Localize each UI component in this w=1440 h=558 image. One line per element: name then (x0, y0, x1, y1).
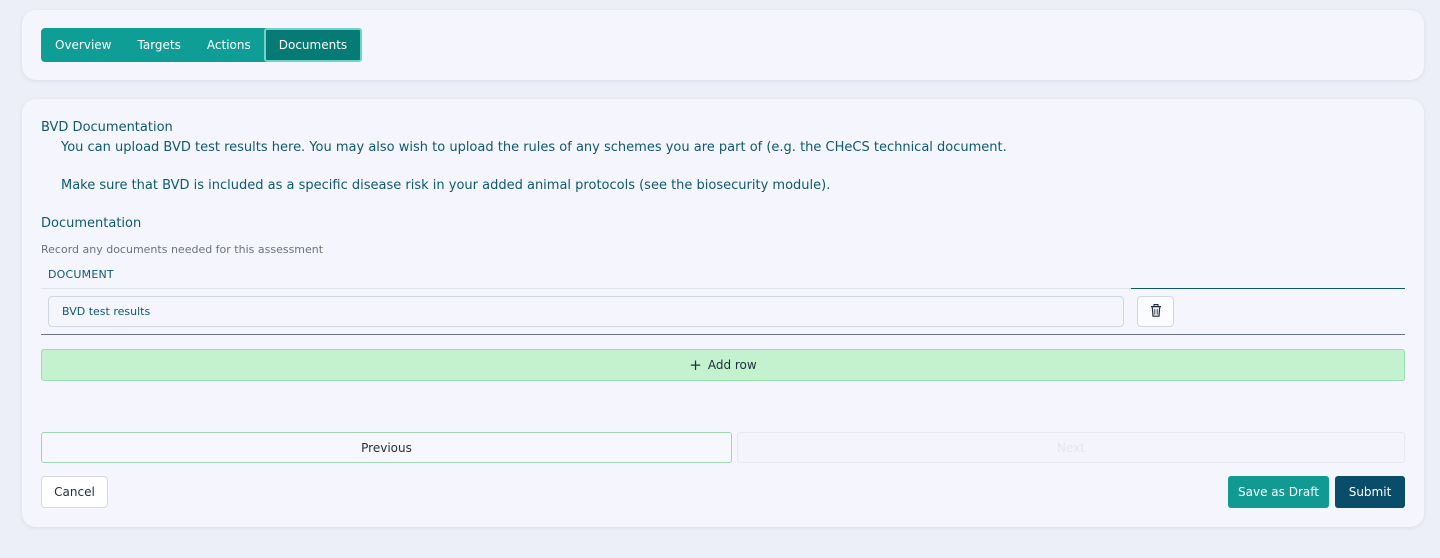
header-divider (41, 288, 1131, 289)
delete-row-button[interactable] (1137, 296, 1174, 327)
next-button[interactable]: Next (737, 432, 1405, 463)
tab-overview[interactable]: Overview (41, 28, 125, 62)
cancel-button[interactable]: Cancel (41, 476, 108, 508)
plus-icon: + (689, 355, 702, 374)
tab-documents[interactable]: Documents (263, 28, 363, 62)
submit-button[interactable]: Submit (1335, 476, 1405, 508)
row-divider (41, 334, 1405, 335)
add-row-label: Add row (707, 358, 757, 372)
add-row-button[interactable]: + Add row (41, 349, 1405, 381)
documents-card: BVD Documentation You can upload BVD tes… (22, 99, 1424, 527)
trash-icon (1150, 302, 1162, 321)
save-draft-button[interactable]: Save as Draft (1228, 476, 1329, 508)
document-column-header: DOCUMENT (48, 268, 114, 281)
documentation-hint: Record any documents needed for this ass… (41, 243, 324, 256)
tab-bar: Overview Targets Actions Documents (41, 28, 363, 62)
document-input[interactable] (48, 296, 1124, 327)
tab-actions[interactable]: Actions (194, 28, 264, 62)
bvd-section-title: BVD Documentation (41, 120, 173, 135)
actions-column-underline (1131, 288, 1405, 289)
bvd-description-line-2: Make sure that BVD is included as a spec… (61, 178, 831, 193)
documentation-title: Documentation (41, 216, 142, 231)
previous-button[interactable]: Previous (41, 432, 732, 463)
tab-targets[interactable]: Targets (125, 28, 194, 62)
tabs-card: Overview Targets Actions Documents (22, 10, 1424, 80)
bvd-description-line-1: You can upload BVD test results here. Yo… (61, 140, 1007, 155)
